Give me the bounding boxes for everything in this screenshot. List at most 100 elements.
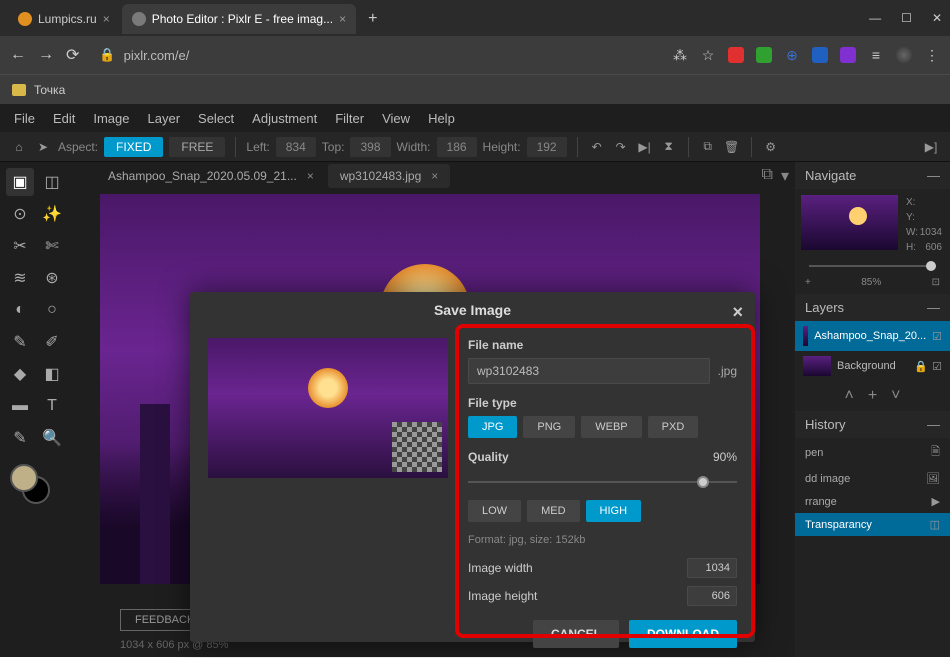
wand-tool-icon[interactable]: ✨ (38, 200, 66, 228)
filename-input[interactable] (468, 358, 710, 384)
star-icon[interactable]: ☆ (700, 47, 716, 63)
reload-button[interactable]: ⟳ (66, 45, 79, 65)
minimize-button[interactable]: — (869, 11, 881, 25)
color-swatches[interactable] (10, 464, 50, 504)
history-item[interactable]: Transparancy◫ (795, 513, 950, 536)
browser-tab-pixlr[interactable]: Photo Editor : Pixlr E - free imag... × (122, 4, 356, 34)
cancel-button[interactable]: CANCEL (533, 620, 619, 648)
liquify-tool-icon[interactable]: ≋ (6, 264, 34, 292)
doc-tab-ashampoo[interactable]: Ashampoo_Snap_2020.05.09_21... × (96, 164, 326, 188)
eraser-tool-icon[interactable]: ✐ (38, 328, 66, 356)
collapse-icon[interactable]: — (927, 417, 940, 432)
panel-toggle-icon[interactable]: ▶] (922, 138, 940, 156)
doc-tab-wp[interactable]: wp3102483.jpg × (328, 164, 450, 188)
forward-button[interactable]: → (38, 46, 54, 64)
history-item[interactable]: rrange▶ (795, 490, 950, 513)
quality-high-button[interactable]: HIGH (586, 500, 642, 522)
back-button[interactable]: ← (10, 46, 26, 64)
chevron-up-icon[interactable]: ˄ (844, 387, 853, 405)
profile-avatar[interactable] (896, 47, 912, 63)
maximize-button[interactable]: ☐ (901, 11, 912, 25)
blur-tool-icon[interactable]: ○ (38, 296, 66, 324)
image-height-input[interactable] (687, 586, 737, 606)
close-icon[interactable]: × (103, 12, 110, 26)
menu-edit[interactable]: Edit (53, 111, 75, 126)
layer-item[interactable]: Background 🔒☑ (795, 351, 950, 381)
menu-filter[interactable]: Filter (335, 111, 364, 126)
filetype-pxd-button[interactable]: PXD (648, 416, 699, 438)
gradient-tool-icon[interactable]: ◧ (38, 360, 66, 388)
copy-icon[interactable]: ⧉ (699, 138, 717, 156)
pointer-icon[interactable]: ➤ (34, 138, 52, 156)
extension-icon[interactable]: ⊕ (784, 47, 800, 63)
close-button[interactable]: ✕ (932, 11, 942, 25)
browser-tab-lumpics[interactable]: Lumpics.ru × (8, 4, 120, 34)
chevron-down-icon[interactable]: ▾ (781, 166, 789, 186)
move-tool-icon[interactable]: ▣ (6, 168, 34, 196)
aspect-free-button[interactable]: FREE (169, 137, 225, 157)
skip-icon[interactable]: ▶| (636, 138, 654, 156)
quality-slider[interactable] (468, 474, 737, 490)
home-icon[interactable]: ⌂ (10, 138, 28, 156)
menu-adjustment[interactable]: Adjustment (252, 111, 317, 126)
extension-icon[interactable] (728, 47, 744, 63)
new-tab-button[interactable]: + (358, 4, 387, 34)
history-item[interactable]: pen🗎 (795, 438, 950, 467)
close-icon[interactable]: × (307, 169, 314, 183)
filetype-jpg-button[interactable]: JPG (468, 416, 517, 438)
collapse-icon[interactable]: — (927, 168, 940, 183)
menu-image[interactable]: Image (93, 111, 129, 126)
history-item[interactable]: dd image🖼 (795, 467, 950, 490)
heal-tool-icon[interactable]: ◐ (6, 296, 34, 324)
brush-tool-icon[interactable]: ✎ (6, 328, 34, 356)
close-icon[interactable]: × (431, 169, 438, 183)
reading-list-icon[interactable]: ≡ (868, 47, 884, 63)
image-width-input[interactable] (687, 558, 737, 578)
layer-item[interactable]: Ashampoo_Snap_20... ☑ (795, 321, 950, 351)
chevron-down-icon[interactable]: ˅ (891, 387, 900, 405)
left-value[interactable]: 834 (276, 137, 316, 157)
lasso-tool-icon[interactable]: ⊙ (6, 200, 34, 228)
fill-tool-icon[interactable]: ◆ (6, 360, 34, 388)
eyedropper-tool-icon[interactable]: ✎ (6, 424, 34, 452)
menu-select[interactable]: Select (198, 111, 234, 126)
width-value[interactable]: 186 (437, 137, 477, 157)
text-tool-icon[interactable]: T (38, 392, 66, 420)
translate-icon[interactable]: ⁂ (672, 47, 688, 63)
aspect-fixed-button[interactable]: FIXED (104, 137, 163, 157)
menu-icon[interactable]: ⋮ (924, 47, 940, 63)
top-value[interactable]: 398 (350, 137, 390, 157)
extension-icon[interactable] (840, 47, 856, 63)
extension-icon[interactable] (812, 47, 828, 63)
fg-color-swatch[interactable] (10, 464, 38, 492)
windows-icon[interactable]: ⧉ (762, 166, 773, 186)
trash-icon[interactable]: 🗑 (723, 138, 741, 156)
menu-layer[interactable]: Layer (148, 111, 181, 126)
plus-icon[interactable]: + (805, 277, 811, 288)
zoom-slider[interactable] (809, 259, 936, 273)
cut-tool-icon[interactable]: ✄ (38, 232, 66, 260)
nav-thumbnail[interactable] (801, 195, 898, 250)
menu-view[interactable]: View (382, 111, 410, 126)
checkbox-icon[interactable]: ☑ (932, 330, 942, 343)
lock-icon[interactable]: 🔒 (914, 360, 928, 373)
quality-med-button[interactable]: MED (527, 500, 579, 522)
shape-tool-icon[interactable]: ▬ (6, 392, 34, 420)
quality-low-button[interactable]: LOW (468, 500, 521, 522)
marquee-tool-icon[interactable]: ◫ (38, 168, 66, 196)
height-value[interactable]: 192 (527, 137, 567, 157)
settings-icon[interactable]: ⚙ (762, 138, 780, 156)
menu-file[interactable]: File (14, 111, 35, 126)
crop-tool-icon[interactable]: ✂ (6, 232, 34, 260)
checkbox-icon[interactable]: ☑ (932, 360, 942, 373)
filetype-webp-button[interactable]: WEBP (581, 416, 641, 438)
bookmark-item[interactable]: Точка (34, 83, 65, 97)
filetype-png-button[interactable]: PNG (523, 416, 575, 438)
history-icon[interactable]: ⧗ (660, 138, 678, 156)
url-input[interactable]: 🔒 pixlr.com/e/ (91, 43, 660, 67)
close-icon[interactable]: × (732, 302, 743, 323)
close-icon[interactable]: × (339, 12, 346, 26)
collapse-icon[interactable]: — (927, 300, 940, 315)
menu-help[interactable]: Help (428, 111, 455, 126)
undo-icon[interactable]: ↶ (588, 138, 606, 156)
